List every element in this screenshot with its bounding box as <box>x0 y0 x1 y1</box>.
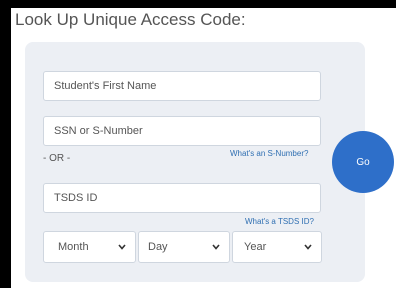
or-separator: - OR - <box>43 153 71 164</box>
first-name-field[interactable] <box>43 71 321 101</box>
chevron-down-icon <box>118 244 126 250</box>
chevron-down-icon <box>304 244 312 250</box>
month-select[interactable]: Month <box>43 231 136 263</box>
year-select[interactable]: Year <box>232 231 322 263</box>
page-title: Look Up Unique Access Code: <box>15 10 246 29</box>
day-select-value: Day <box>148 241 168 253</box>
day-select[interactable]: Day <box>138 231 230 263</box>
month-select-value: Month <box>58 241 89 253</box>
tsds-help-link[interactable]: What's a TSDS ID? <box>245 217 314 226</box>
go-button[interactable]: Go <box>332 131 394 193</box>
s-number-help-link[interactable]: What's an S-Number? <box>230 149 308 158</box>
ssn-field[interactable] <box>43 116 321 146</box>
year-select-value: Year <box>244 241 267 253</box>
lookup-form: What's an S-Number? - OR - What's a TSDS… <box>25 42 365 282</box>
tsds-id-field[interactable] <box>43 183 321 213</box>
lookup-page: Look Up Unique Access Code: What's an S-… <box>11 8 396 288</box>
chevron-down-icon <box>212 244 220 250</box>
